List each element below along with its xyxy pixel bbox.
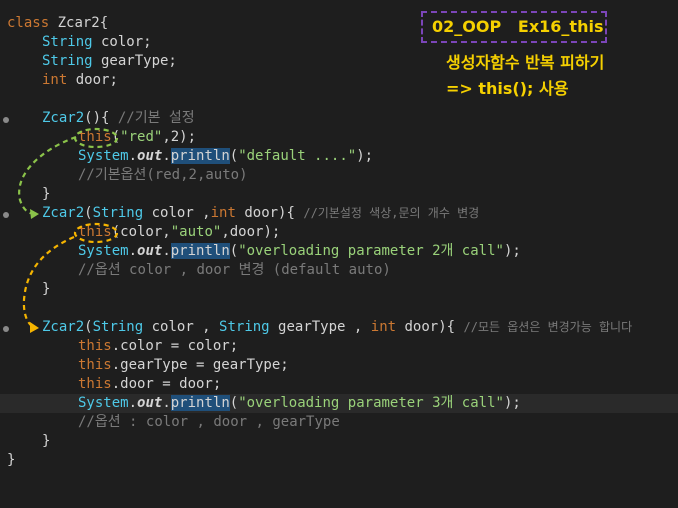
punctuation: . bbox=[162, 148, 171, 164]
keyword: this bbox=[78, 224, 112, 240]
static-field: out bbox=[137, 148, 163, 164]
method-call: println bbox=[170, 395, 230, 411]
code-line[interactable]: System.out.println("default ...."); bbox=[0, 147, 373, 166]
brace: } bbox=[42, 186, 51, 202]
comment: //옵션 color , door 변경 (default auto) bbox=[78, 262, 391, 278]
class-name: Zcar2 bbox=[49, 15, 100, 31]
class-reference: System bbox=[78, 243, 129, 259]
arguments: ,2); bbox=[162, 129, 197, 145]
keyword: this bbox=[78, 376, 112, 392]
code-editor[interactable]: class Zcar2{ String color; String gearTy… bbox=[0, 0, 678, 491]
code-line[interactable]: class Zcar2{ bbox=[0, 14, 108, 33]
parameter: door){ bbox=[235, 205, 304, 221]
punctuation: . bbox=[128, 395, 138, 411]
code-line[interactable]: this.gearType = gearType; bbox=[0, 356, 289, 375]
code-line[interactable]: //기본옵션(red,2,auto) bbox=[0, 166, 248, 185]
code-line[interactable]: } bbox=[0, 280, 50, 299]
note-line-1: 생성자함수 반복 피하기 bbox=[446, 53, 605, 72]
code-line[interactable]: //옵션 : color , door , gearType bbox=[0, 413, 340, 432]
arguments: (color, bbox=[111, 224, 171, 240]
code-line[interactable]: int door; bbox=[0, 71, 118, 90]
brace: } bbox=[42, 433, 51, 449]
constructor-name: Zcar2 bbox=[42, 110, 85, 126]
punctuation: ( bbox=[229, 395, 239, 411]
parameter: color , bbox=[143, 319, 220, 335]
type-name: int bbox=[370, 319, 397, 335]
assignment: .color = color; bbox=[111, 338, 239, 354]
punctuation: ); bbox=[503, 395, 521, 411]
note-line-2: => this(); 사용 bbox=[446, 79, 569, 98]
type-name: String bbox=[42, 34, 93, 50]
punctuation: ( bbox=[84, 205, 93, 221]
string-literal: "overloading parameter 2개 call" bbox=[238, 243, 504, 259]
type-name: int bbox=[42, 72, 68, 88]
comment: //기본 설정 bbox=[117, 110, 195, 126]
type-name: String bbox=[42, 53, 93, 69]
punctuation: ); bbox=[356, 148, 374, 164]
code-line[interactable]: Zcar2(){ //기본 설정 bbox=[0, 109, 195, 128]
current-line[interactable]: System.out.println("overloading paramete… bbox=[0, 394, 678, 413]
arguments: ,door); bbox=[221, 224, 281, 240]
comment: //기본옵션(red,2,auto) bbox=[78, 167, 248, 183]
punctuation: ( bbox=[229, 243, 239, 259]
constructor-name: Zcar2 bbox=[42, 319, 85, 335]
brace: } bbox=[7, 452, 16, 468]
comment: //옵션 : color , door , gearType bbox=[78, 414, 340, 430]
type-name: String bbox=[92, 205, 144, 221]
code-line[interactable]: this.door = door; bbox=[0, 375, 221, 394]
keyword: this bbox=[78, 357, 112, 373]
assignment: .gearType = gearType; bbox=[111, 357, 289, 373]
punctuation: . bbox=[162, 395, 171, 411]
keyword: this bbox=[78, 129, 112, 145]
string-literal: "red" bbox=[120, 129, 163, 145]
comment: //모든 옵션은 변경가능 합니다 bbox=[463, 320, 633, 334]
punctuation: ( bbox=[111, 129, 121, 145]
type-name: int bbox=[210, 205, 236, 221]
code-line[interactable]: String color; bbox=[0, 33, 152, 52]
field-name: door; bbox=[67, 72, 118, 88]
constructor-name: Zcar2 bbox=[42, 205, 85, 221]
assignment: .door = door; bbox=[111, 376, 222, 392]
field-name: color; bbox=[92, 34, 152, 50]
code-line[interactable]: } bbox=[0, 432, 50, 451]
punctuation: ); bbox=[503, 243, 521, 259]
field-name: gearType; bbox=[92, 53, 177, 69]
static-field: out bbox=[137, 243, 163, 259]
code-line[interactable]: //옵션 color , door 변경 (default auto) bbox=[0, 261, 391, 280]
punctuation: . bbox=[128, 148, 138, 164]
keyword: this bbox=[78, 338, 112, 354]
signature: (){ bbox=[84, 110, 118, 126]
code-line[interactable]: } bbox=[0, 185, 50, 204]
code-line[interactable]: Zcar2(String color , String gearType , i… bbox=[0, 318, 632, 337]
method-call: println bbox=[170, 148, 230, 164]
code-line[interactable]: Zcar2(String color ,int door){ //기본설정 색상… bbox=[0, 204, 479, 223]
comment: //기본설정 색상,문의 개수 변경 bbox=[303, 206, 480, 220]
parameter: color , bbox=[143, 205, 211, 221]
string-literal: "default ...." bbox=[238, 148, 357, 164]
parameter: gearType , bbox=[269, 319, 371, 335]
punctuation: ( bbox=[229, 148, 239, 164]
code-line[interactable]: } bbox=[0, 451, 34, 470]
string-literal: "overloading parameter 3개 call" bbox=[238, 395, 504, 411]
punctuation: . bbox=[162, 243, 171, 259]
class-reference: System bbox=[78, 395, 129, 411]
type-name: String bbox=[219, 319, 270, 335]
note-title: 02_OOP Ex16_this bbox=[432, 17, 604, 36]
code-line[interactable]: System.out.println("overloading paramete… bbox=[0, 242, 521, 261]
parameter: door){ bbox=[396, 319, 464, 335]
code-line[interactable]: this("red",2); bbox=[0, 128, 196, 147]
type-name: String bbox=[92, 319, 144, 335]
code-line[interactable]: String gearType; bbox=[0, 52, 177, 71]
keyword: class bbox=[7, 15, 50, 31]
string-literal: "auto" bbox=[170, 224, 222, 240]
punctuation: ( bbox=[84, 319, 93, 335]
brace: } bbox=[42, 281, 51, 297]
brace: { bbox=[99, 15, 109, 31]
punctuation: . bbox=[128, 243, 138, 259]
code-line[interactable]: this(color,"auto",door); bbox=[0, 223, 280, 242]
static-field: out bbox=[137, 395, 163, 411]
code-line[interactable]: this.color = color; bbox=[0, 337, 238, 356]
class-reference: System bbox=[78, 148, 129, 164]
method-call: println bbox=[170, 243, 230, 259]
